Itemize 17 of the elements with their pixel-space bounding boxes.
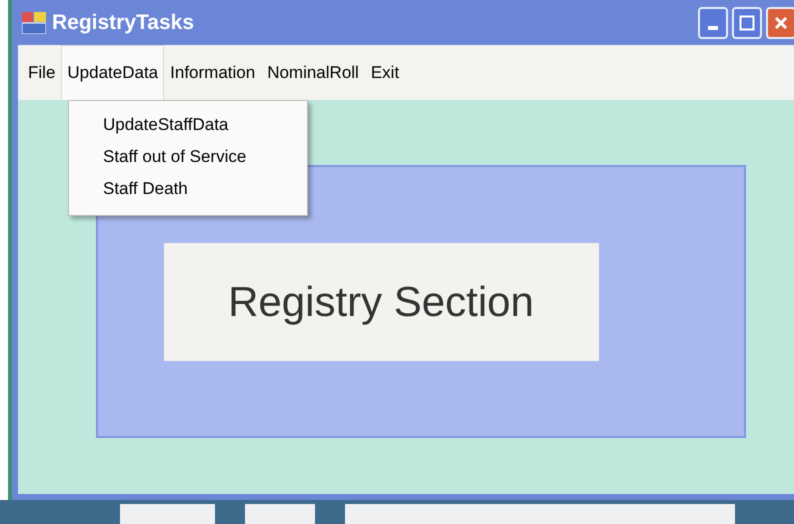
maximize-icon	[739, 14, 755, 30]
minimize-button[interactable]	[698, 6, 728, 38]
dropdown-item[interactable]: UpdateStaffData	[69, 109, 307, 141]
menu-item[interactable]: Information	[164, 45, 262, 100]
app-icon	[22, 12, 46, 34]
section-heading: Registry Section	[164, 242, 598, 360]
window-title: RegistryTasks	[52, 10, 194, 34]
menu-item[interactable]: Exit	[364, 45, 406, 100]
menu-item[interactable]: UpdateData	[61, 45, 164, 100]
dropdown-item[interactable]: Staff Death	[69, 173, 307, 205]
maximize-button[interactable]	[732, 6, 762, 38]
close-button[interactable]	[766, 6, 794, 38]
close-icon	[774, 16, 788, 30]
dropdown-item[interactable]: Staff out of Service	[69, 141, 307, 173]
menu-item[interactable]: NominalRoll	[261, 45, 365, 100]
menu-item[interactable]: File	[22, 45, 62, 100]
minimize-icon	[708, 26, 718, 30]
